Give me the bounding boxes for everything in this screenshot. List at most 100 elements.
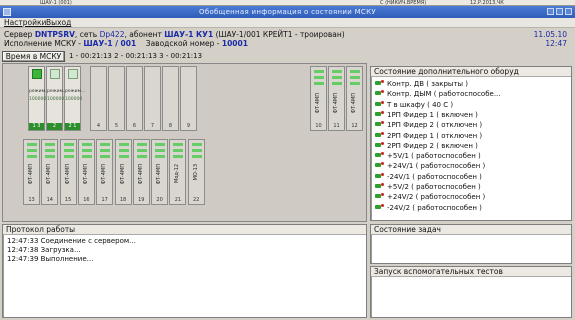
- slot-label: ФТ-4МП: [101, 164, 108, 185]
- slot-label: ФТ-4МП: [82, 164, 89, 185]
- slot-11[interactable]: ФТ-4МП 11: [328, 66, 345, 131]
- slot-label: ФТ-4МП: [28, 164, 34, 185]
- slot-16[interactable]: ФТ-4МП 16: [77, 139, 95, 205]
- equipment-status-item[interactable]: Т в шкафу ( 40 С ): [375, 100, 454, 110]
- slot-number: 20: [156, 197, 163, 203]
- slot-5[interactable]: 5: [108, 66, 125, 131]
- work-log-panel: Протокол работы 12:47:33 Соединение с се…: [2, 224, 367, 318]
- device-status-icon: [375, 193, 384, 199]
- slot-3[interactable]: режим... 100000 2 1: [64, 66, 85, 131]
- slot-number: 21: [174, 197, 182, 203]
- log-line: 12:47:39 Выполнение...: [7, 255, 94, 263]
- log-line: 12:47:38 Загрузка...: [7, 246, 81, 254]
- equipment-status-text: +24V/1 ( работоспособен ): [387, 162, 486, 171]
- device-status-icon: [375, 162, 384, 168]
- slot-10[interactable]: ФТ-4МП 10: [310, 66, 327, 131]
- equipment-status-text: -24V/1 ( работоспособен ): [387, 172, 482, 181]
- device-status-icon: [375, 141, 384, 148]
- equipment-status-text: 2РП Фидер 2 ( включен ): [387, 141, 478, 150]
- slot-led: [32, 69, 42, 79]
- tasks-status-panel: Состояние задач: [370, 224, 572, 264]
- equipment-status-panel: Состояние дополнительного оборуд Контр. …: [370, 66, 572, 221]
- window-title: Обобщенная информация о состоянии МСКУ: [199, 8, 376, 16]
- slot-7[interactable]: 7: [144, 66, 161, 131]
- slot-13[interactable]: ФТ-4МП 13: [23, 139, 40, 205]
- close-icon[interactable]: [565, 8, 572, 15]
- equipment-status-text: +5V/1 ( работоспособен ): [387, 152, 481, 161]
- device-status-icon: [375, 203, 384, 210]
- equipment-status-item[interactable]: -24V/2 ( работоспособен ): [375, 203, 482, 213]
- current-date: 11.05.10: [533, 30, 567, 39]
- slot-19[interactable]: ФТ-4МП 19: [132, 139, 150, 205]
- device-status-icon: [375, 152, 384, 158]
- mcku-times: 1 - 00:21:13 2 - 00:21:13 3 - 00:21:13: [69, 52, 203, 60]
- device-status-icon: [375, 183, 384, 189]
- slot-17[interactable]: ФТ-4МП 17: [96, 139, 114, 205]
- equipment-status-item[interactable]: +24V/1 ( работоспособен ): [375, 162, 485, 171]
- slot-18[interactable]: ФТ-4МП 18: [114, 139, 132, 205]
- slot-9[interactable]: 9: [180, 66, 197, 131]
- slot-20[interactable]: ФТ-4МП 20: [151, 139, 169, 205]
- slot-label: МО-13: [192, 164, 199, 181]
- menu-settings[interactable]: Настройки: [4, 18, 46, 28]
- equipment-status-item[interactable]: 2РП Фидер 2 ( включен ): [375, 141, 478, 151]
- equipment-status-item[interactable]: Контр. ДЫМ ( работоспособе...: [375, 90, 501, 99]
- slot-number: 14: [46, 197, 53, 203]
- equipment-status-item[interactable]: 1РП Фидер 1 ( включен ): [375, 110, 478, 120]
- menu-bar: Настройки Выход: [0, 18, 575, 28]
- slot-15[interactable]: ФТ-4МП 15: [59, 139, 77, 205]
- equipment-status-text: +24V/2 ( работоспособен ): [387, 193, 486, 202]
- equipment-status-text: 1РП Фидер 1 ( включен ): [387, 110, 478, 119]
- slot-number: 19: [138, 197, 145, 203]
- slot-label: ФТ-4МП: [46, 164, 53, 185]
- device-status-icon: [375, 110, 384, 117]
- slot-22[interactable]: МО-13 22: [187, 139, 205, 205]
- slot-led: [50, 69, 60, 79]
- equipment-status-text: +5V/2 ( работоспособен ): [387, 183, 481, 191]
- equipment-status-text: Т в шкафу ( 40 С ): [387, 100, 454, 109]
- slot-number: 16: [83, 197, 90, 203]
- equipment-status-item[interactable]: +24V/2 ( работоспособен ): [375, 193, 485, 202]
- log-line: 12:47:33 Соединение с сервером...: [7, 237, 136, 245]
- slot-12[interactable]: ФТ-4МП 12: [346, 66, 363, 131]
- tasks-status-title: Состояние задач: [371, 225, 571, 235]
- slot-label: ФТ-4МП: [156, 164, 163, 185]
- device-status-icon: [375, 90, 384, 96]
- window-menu-icon[interactable]: [3, 8, 11, 16]
- device-status-icon: [375, 100, 384, 107]
- slot-1[interactable]: режим... 100000 1 3: [28, 66, 49, 131]
- minimize-icon[interactable]: [547, 8, 554, 15]
- slot-number: 18: [119, 197, 127, 203]
- window-titlebar[interactable]: Обобщенная информация о состоянии МСКУ: [0, 6, 575, 18]
- slot-4[interactable]: 4: [90, 66, 107, 131]
- slot-label: ФТ-4МП: [64, 164, 71, 185]
- equipment-status-item[interactable]: -24V/1 ( работоспособен ): [375, 172, 482, 182]
- slot-number: 22: [193, 197, 200, 203]
- slot-2[interactable]: режим... 100000 2: [46, 66, 67, 131]
- slot-14[interactable]: ФТ-4МП 14: [41, 139, 59, 205]
- equipment-status-text: 1РП Фидер 2 ( отключен ): [387, 121, 483, 130]
- equipment-status-item[interactable]: +5V/2 ( работоспособен ): [375, 183, 481, 192]
- slot-number: 13: [28, 197, 35, 203]
- slot-8[interactable]: 8: [162, 66, 179, 131]
- equipment-status-text: 2РП Фидер 1 ( отключен ): [387, 131, 483, 140]
- slot-label: ФТ-4МП: [137, 164, 144, 185]
- menu-exit[interactable]: Выход: [46, 18, 71, 28]
- slot-21[interactable]: Мод-12 21: [169, 139, 187, 205]
- device-status-icon: [375, 172, 384, 179]
- slot-6[interactable]: 6: [126, 66, 143, 131]
- slot-led: [68, 69, 78, 79]
- equipment-status-item[interactable]: 2РП Фидер 1 ( отключен ): [375, 131, 483, 141]
- equipment-status-item[interactable]: +5V/1 ( работоспособен ): [375, 152, 481, 161]
- equipment-status-item[interactable]: 1РП Фидер 2 ( отключен ): [375, 121, 482, 130]
- current-time: 12:47: [545, 39, 567, 48]
- mcku-time-button[interactable]: Время в МСКУ: [2, 51, 65, 62]
- equipment-status-text: -24V/2 ( работоспособен ): [387, 203, 482, 212]
- maximize-icon[interactable]: [556, 8, 563, 15]
- device-status-icon: [375, 121, 384, 127]
- slot-label: Мод-12: [174, 164, 181, 183]
- aux-tests-title: Запуск вспомогательных тестов: [371, 267, 571, 277]
- slot-label: ФТ-4МП: [119, 164, 126, 185]
- slot-number: 15: [64, 197, 72, 203]
- equipment-status-item[interactable]: Контр. ДВ ( закрыты ): [375, 80, 468, 89]
